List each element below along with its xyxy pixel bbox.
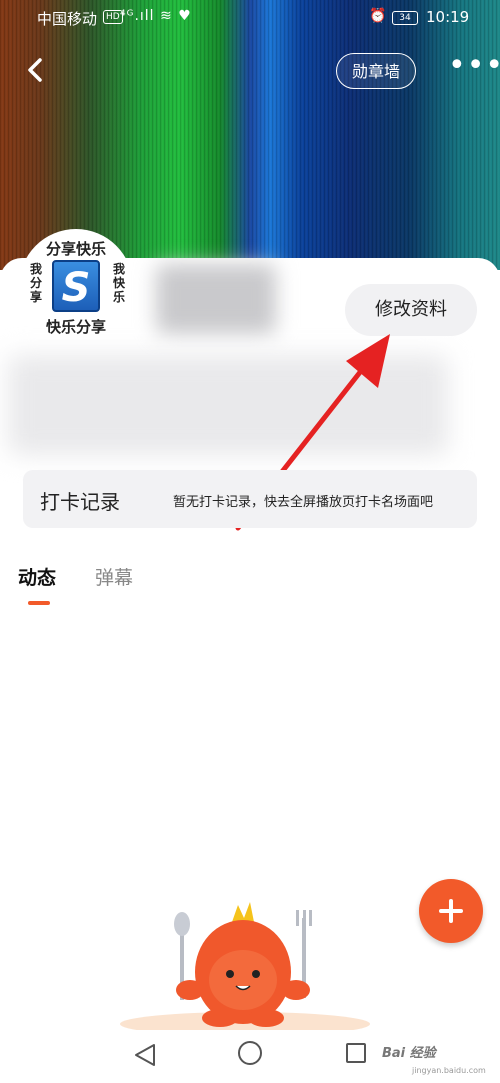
tab-danmaku[interactable]: 弹幕 [95,563,133,590]
alarm-icon: ⏰ [369,8,387,24]
status-bar: 中国移动 HD ⁴ᴳ.ıll ≋ ♥ ⏰ 34 10:19 [0,0,500,34]
avatar-logo: S [52,260,100,312]
watermark-logo: Bai 经验 [382,1046,436,1061]
avatar-left-text: 我分享 [30,262,43,304]
more-options-icon[interactable]: ••• [448,51,500,86]
avatar-right-text: 我快乐 [113,262,126,304]
checkin-title: 打卡记录 [40,490,120,514]
battery-icon: 34 [392,11,418,25]
watermark-url: jingyan.baidu.com [412,1066,486,1075]
avatar-top-text: 分享快乐 [45,240,106,258]
add-post-button[interactable] [419,879,483,943]
status-time: 10:19 [426,8,470,26]
chevron-left-icon [28,58,42,82]
mascot-illustration [120,902,370,1030]
nav-recents-icon[interactable] [346,1043,366,1063]
nav-back-icon[interactable] [132,1039,160,1071]
carrier-name: 中国移动 [37,10,98,28]
blurred-username [156,264,276,334]
blurred-profile-info [8,355,448,455]
checkin-hint: 暂无打卡记录，快去全屏播放页打卡名场面吧 [173,495,434,510]
plus-icon-vertical [449,899,453,923]
profile-banner [0,0,500,270]
avatar[interactable]: 分享快乐 我分享 S 我快乐 快乐分享 [22,232,130,340]
tab-dynamics[interactable]: 动态 [18,563,56,590]
active-tab-indicator [28,601,50,605]
nav-home-icon[interactable] [238,1041,262,1065]
edit-profile-button[interactable]: 修改资料 [345,284,477,336]
back-button[interactable] [20,50,54,90]
medal-wall-button[interactable]: 勋章墙 [336,53,416,89]
signal-wifi-icons: ⁴ᴳ.ıll ≋ ♥ [120,8,192,24]
checkin-record-card[interactable]: 打卡记录 暂无打卡记录，快去全屏播放页打卡名场面吧 [23,470,477,528]
avatar-bottom-text: 快乐分享 [45,318,106,336]
